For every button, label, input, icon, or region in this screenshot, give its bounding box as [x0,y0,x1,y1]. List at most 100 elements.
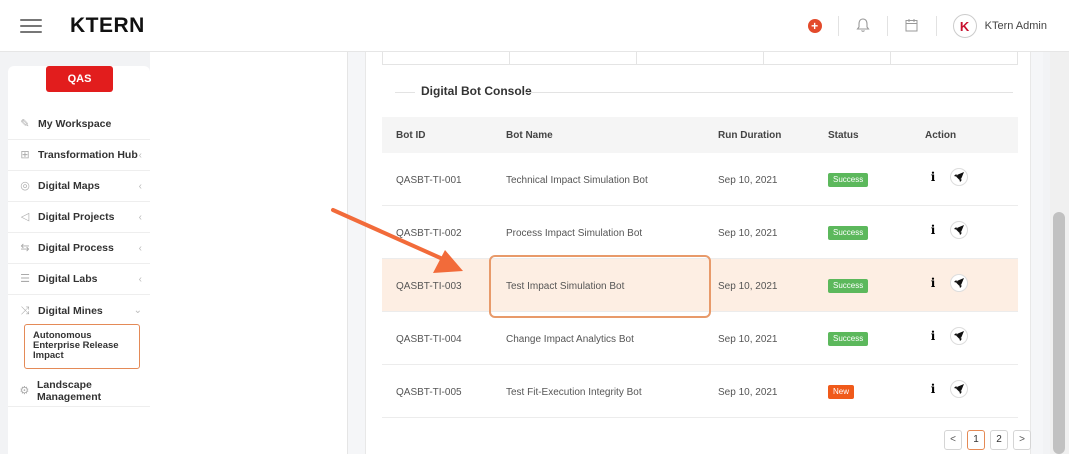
sidebar-item-landscape-management[interactable]: ⚙ Landscape Management [8,376,150,407]
map-icon: ◎ [20,180,30,192]
divider [525,92,1013,93]
avatar-letter: K [959,18,970,34]
pagination-prev-button[interactable]: < [944,430,962,450]
bot-name: Technical Impact Simulation Bot [506,175,648,186]
user-name[interactable]: KTern Admin [985,20,1047,32]
table-row[interactable]: QASBT-TI-002 Process Impact Simulation B… [382,206,1018,259]
sidebar-item-digital-labs[interactable]: ☰ Digital Labs ‹ [8,264,150,295]
bot-id: QASBT-TI-005 [396,387,462,398]
chevron-left-icon: ‹ [138,180,142,192]
info-icon[interactable]: i [924,221,942,239]
logo-text: KTERN [70,13,145,37]
rocket-icon[interactable] [950,274,968,292]
status-badge: Success [828,279,869,293]
status-badge: Success [828,226,869,240]
table-row[interactable]: QASBT-TI-005 Test Fit-Execution Integrit… [382,365,1018,418]
row-actions: i [924,274,968,292]
status-badge: New [828,385,855,399]
rocket-icon[interactable] [950,168,968,186]
sidebar-item-label: Transformation Hub [38,149,138,161]
sidebar-item-my-workspace[interactable]: ✎ My Workspace [8,109,150,140]
bot-name: Change Impact Analytics Bot [506,334,634,345]
divider [395,92,415,93]
pagination-page-2[interactable]: 2 [990,430,1008,450]
bot-id: QASBT-TI-004 [396,334,462,345]
run-duration: Sep 10, 2021 [718,281,778,292]
scrollbar-thumb[interactable] [1053,212,1065,454]
info-icon[interactable]: i [924,380,942,398]
sidebar-item-digital-maps[interactable]: ◎ Digital Maps ‹ [8,171,150,202]
column-header-status: Status [828,129,859,141]
edit-icon: ✎ [20,118,30,130]
run-duration: Sep 10, 2021 [718,228,778,239]
calendar-icon[interactable] [904,18,920,34]
sidebar-item-label: Digital Mines [38,304,103,317]
table-row[interactable]: QASBT-TI-004 Change Impact Analytics Bot… [382,312,1018,365]
sidebar-item-label: Digital Maps [38,180,100,192]
column-header-run-duration: Run Duration [718,129,782,141]
sidebar-item-digital-projects[interactable]: ◁ Digital Projects ‹ [8,202,150,233]
pagination: < 1 2 > [944,430,1031,450]
chevron-left-icon: ‹ [138,149,142,161]
status-badge: Success [828,332,869,346]
info-icon[interactable]: i [924,274,942,292]
sidebar-item-transformation-hub[interactable]: ⊞ Transformation Hub ‹ [8,140,150,171]
shuffle-icon: ⤨ [20,304,30,317]
send-icon: ◁ [20,211,30,223]
sidebar-item-label: Digital Projects [38,211,115,223]
sidebar-item-label: Landscape Management [36,379,102,403]
sidebar-item-digital-mines[interactable]: ⤨ Digital Mines ⌄ [8,295,150,326]
avatar[interactable]: K [952,14,977,38]
divider [837,16,839,36]
table-header: Bot ID Bot Name Run Duration Status Acti… [382,117,1018,153]
bot-id: QASBT-TI-001 [396,175,462,186]
top-bar: KTERN + K KTern Admin [0,0,1069,52]
chevron-left-icon: ‹ [138,242,142,254]
chevron-left-icon: ‹ [138,211,142,223]
table-row[interactable]: QASBT-TI-001 Technical Impact Simulation… [382,153,1018,206]
add-icon[interactable]: + [807,19,822,33]
ktern-logo[interactable]: KTERN [70,14,145,38]
rocket-icon[interactable] [950,380,968,398]
annotation-callout-box [489,255,711,318]
process-icon: ⇆ [20,242,30,254]
column-header-bot-id: Bot ID [396,129,426,141]
grid-icon: ⊞ [20,149,30,161]
status-badge: Success [828,173,869,187]
environment-badge[interactable]: QAS [46,66,113,92]
column-header-action: Action [925,129,957,141]
sidebar-subitem-autonomous-enterprise-release-impact[interactable]: Autonomous Enterprise Release Impact [24,324,140,369]
run-duration: Sep 10, 2021 [718,334,778,345]
run-duration: Sep 10, 2021 [718,175,778,186]
rocket-icon[interactable] [950,327,968,345]
chevron-left-icon: ‹ [138,273,142,285]
run-duration: Sep 10, 2021 [718,387,778,398]
sidebar-item-digital-process[interactable]: ⇆ Digital Process ‹ [8,233,150,264]
row-actions: i [924,168,968,186]
list-icon: ☰ [20,273,30,285]
divider [935,16,937,36]
sidebar-item-label: My Workspace [38,118,112,130]
info-icon[interactable]: i [924,168,942,186]
bell-icon[interactable] [855,18,871,34]
sidebar: QAS ✎ My Workspace ⊞ Transformation Hub … [8,66,150,454]
bot-name: Process Impact Simulation Bot [506,228,643,239]
previous-table-row [382,52,1018,65]
gear-icon: ⚙ [19,385,30,397]
pagination-page-1[interactable]: 1 [967,430,985,450]
row-actions: i [924,327,968,345]
sidebar-item-label: Digital Labs [38,273,98,285]
info-icon[interactable]: i [924,327,942,345]
console-title: Digital Bot Console [421,84,532,98]
pagination-next-button[interactable]: > [1013,430,1031,450]
chevron-down-icon: ⌄ [133,305,142,316]
bot-name: Test Fit-Execution Integrity Bot [506,387,642,398]
secondary-panel [150,52,348,454]
divider [886,16,888,36]
sidebar-item-label: Digital Process [38,242,114,254]
row-actions: i [924,221,968,239]
row-actions: i [924,380,968,398]
hamburger-menu-icon[interactable] [20,18,42,33]
rocket-icon[interactable] [950,221,968,239]
column-header-bot-name: Bot Name [506,129,553,141]
